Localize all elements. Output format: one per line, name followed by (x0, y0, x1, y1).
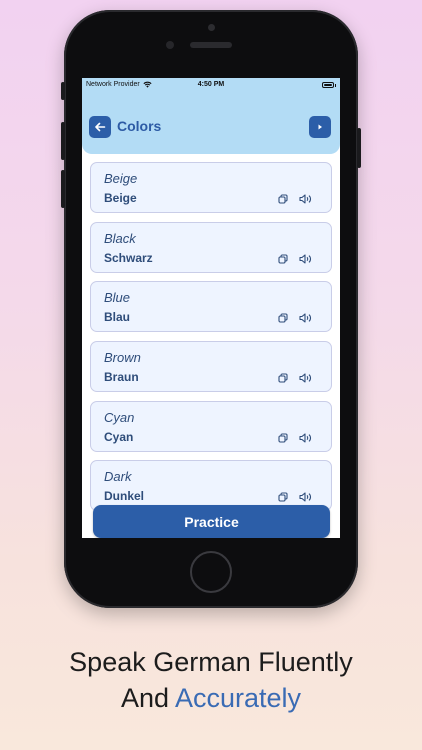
app-screen: Network Provider 4:50 PM Colors Beige Be… (82, 78, 340, 538)
card-actions (278, 194, 313, 204)
english-word: Dark (104, 469, 132, 485)
german-word: Schwarz (104, 250, 153, 265)
word-card[interactable]: Beige Beige (90, 162, 332, 213)
card-actions (278, 254, 313, 264)
speaker-icon[interactable] (299, 433, 313, 443)
word-card[interactable]: Dark Dunkel (90, 460, 332, 512)
copy-icon[interactable] (278, 313, 288, 323)
speaker-icon[interactable] (299, 313, 313, 323)
english-word: Blue (104, 290, 131, 306)
speaker-icon[interactable] (299, 492, 313, 502)
page-title: Colors (117, 118, 162, 134)
card-actions (278, 433, 313, 443)
status-bar: Network Provider 4:50 PM (82, 78, 340, 94)
volume-down-button (61, 170, 65, 208)
status-time: 4:50 PM (197, 81, 225, 88)
tagline-accent: Accurately (175, 683, 302, 713)
english-word: Cyan (104, 409, 135, 425)
copy-icon[interactable] (278, 433, 288, 443)
english-word: Brown (104, 350, 141, 366)
arrow-left-icon (95, 122, 106, 132)
english-word: Black (104, 230, 136, 246)
copy-icon[interactable] (278, 254, 288, 264)
next-button[interactable] (309, 116, 331, 138)
tagline-line-2: And Accurately (0, 683, 422, 714)
card-actions (278, 313, 313, 323)
word-card[interactable]: Black Schwarz (90, 221, 332, 273)
speaker-icon[interactable] (299, 194, 313, 204)
phone-frame: Network Provider 4:50 PM Colors Beige Be… (61, 10, 361, 608)
german-word: Blau (104, 310, 131, 325)
app-header: Network Provider 4:50 PM Colors (82, 78, 340, 154)
word-list: Beige Beige Black Schwarz Blue Blau Brow… (90, 162, 332, 520)
earpiece-speaker (190, 42, 232, 48)
word-card[interactable]: Cyan Cyan (90, 400, 332, 452)
card-actions (278, 373, 313, 383)
speaker-icon[interactable] (299, 373, 313, 383)
german-word: Dunkel (104, 489, 145, 504)
tagline-prefix: And (120, 683, 175, 713)
german-word: Braun (104, 370, 139, 385)
word-card[interactable]: Blue Blau (90, 281, 332, 333)
german-word: Cyan (104, 429, 134, 444)
tagline-line-1: Speak German Fluently (69, 647, 353, 677)
german-word: Beige (104, 191, 137, 205)
play-triangle-icon (318, 124, 322, 130)
word-card[interactable]: Brown Braun (90, 341, 332, 393)
practice-button[interactable]: Practice (93, 505, 330, 538)
copy-icon[interactable] (278, 373, 288, 383)
home-button (190, 551, 232, 593)
speaker-icon[interactable] (299, 254, 313, 264)
sensor-dot (208, 24, 215, 31)
back-button[interactable] (89, 116, 111, 138)
copy-icon[interactable] (278, 194, 288, 204)
battery-icon (322, 82, 336, 88)
english-word: Beige (104, 171, 138, 186)
front-camera (166, 41, 174, 49)
volume-up-button (61, 122, 65, 160)
copy-icon[interactable] (278, 492, 288, 502)
power-button (357, 128, 361, 168)
card-actions (278, 492, 313, 502)
mute-switch (61, 82, 65, 100)
